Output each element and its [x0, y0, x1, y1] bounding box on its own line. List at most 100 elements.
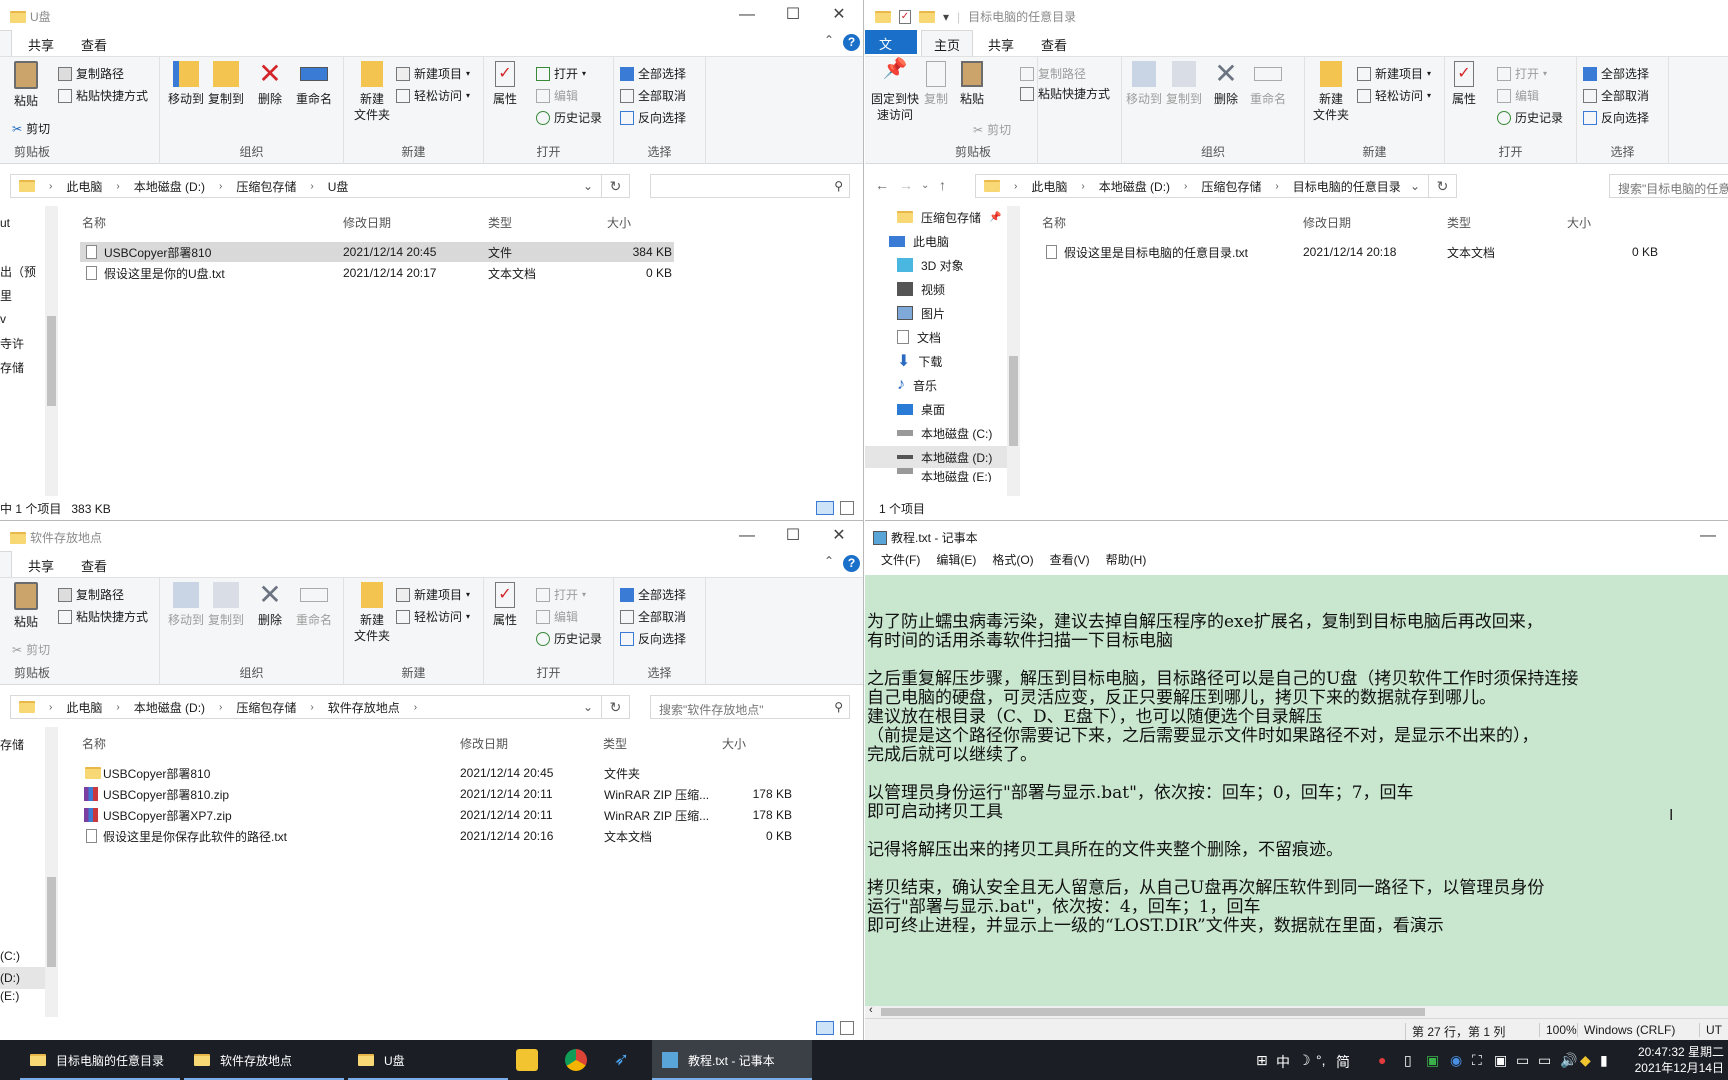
breadcrumb[interactable]: › 此电脑 › 本地磁盘 (D:) › 压缩包存储 › 软件存放地点 › ⌄: [10, 695, 602, 719]
tab-share[interactable]: 共享: [28, 556, 54, 575]
keyboard-grid-icon[interactable]: ⊞: [1256, 1052, 1268, 1069]
nav-item-pictures[interactable]: 图片: [897, 302, 945, 324]
nav-item[interactable]: 里: [0, 284, 12, 306]
column-date[interactable]: 修改日期: [343, 214, 391, 231]
paste-shortcut-button[interactable]: 粘贴快捷方式: [58, 87, 148, 104]
move-to-button[interactable]: 移动到: [166, 61, 206, 107]
new-folder-button[interactable]: 新建 文件夹: [352, 61, 392, 123]
bluetooth-icon[interactable]: ◉: [1450, 1052, 1462, 1069]
taskbar-item-software-folder[interactable]: 软件存放地点: [184, 1040, 344, 1080]
file-row[interactable]: USBCopyer部署810 2021/12/14 20:45 文件 384 K…: [80, 242, 674, 262]
open-button[interactable]: 打开 ▾: [536, 586, 586, 603]
move-to-button[interactable]: 移动到: [1124, 61, 1164, 107]
nav-item-downloads[interactable]: ⬇ 下载: [897, 350, 942, 372]
history-button[interactable]: 历史记录: [536, 630, 602, 647]
chevron-down-icon[interactable]: ⌄: [1410, 179, 1420, 193]
tab-view[interactable]: 查看: [1041, 35, 1067, 54]
nav-item-quick-folder[interactable]: 压缩包存储 📌: [897, 206, 1001, 228]
half-width-icon[interactable]: ☽: [1298, 1052, 1311, 1069]
copy-to-button[interactable]: 复制到: [206, 61, 246, 107]
breadcrumb-item[interactable]: 此电脑: [1031, 178, 1067, 195]
nav-item-drive-c[interactable]: 本地磁盘 (C:): [897, 422, 992, 444]
menu-edit[interactable]: 编辑(E): [928, 551, 984, 571]
breadcrumb[interactable]: › 此电脑 › 本地磁盘 (D:) › 压缩包存储 › U盘 ⌄: [10, 174, 602, 198]
tab-home[interactable]: 主页: [921, 30, 974, 56]
column-type[interactable]: 类型: [603, 735, 627, 752]
copy-to-button[interactable]: 复制到: [1164, 61, 1204, 107]
new-folder-button[interactable]: 新建 文件夹: [352, 582, 392, 644]
nav-item-3d[interactable]: 3D 对象: [897, 254, 964, 276]
nav-item[interactable]: 存储: [0, 356, 24, 378]
properties-button[interactable]: ✓ 属性: [490, 582, 520, 628]
security-icon[interactable]: ◆: [1580, 1052, 1591, 1069]
tiles-view-icon[interactable]: [840, 1021, 854, 1035]
column-size[interactable]: 大小: [722, 735, 746, 752]
details-view-icon[interactable]: [816, 1021, 834, 1035]
chevron-down-icon[interactable]: ▾: [943, 10, 949, 24]
open-button[interactable]: 打开 ▾: [1497, 65, 1547, 82]
media-player-icon[interactable]: [516, 1049, 538, 1071]
file-row[interactable]: USBCopyer部署810.zip 2021/12/14 20:11 WinR…: [80, 784, 792, 804]
collapse-ribbon-icon[interactable]: ⌃: [824, 554, 834, 568]
properties-button[interactable]: ✓ 属性: [490, 61, 520, 107]
column-size[interactable]: 大小: [1567, 214, 1591, 231]
breadcrumb[interactable]: › 此电脑 › 本地磁盘 (D:) › 压缩包存储 › 目标电脑的任意目录 ⌄: [975, 174, 1429, 198]
file-row[interactable]: USBCopyer部署XP7.zip 2021/12/14 20:11 WinR…: [80, 805, 792, 825]
system-clock[interactable]: 20:47:32 星期二 2021年12月14日: [1635, 1044, 1724, 1076]
paste-shortcut-button[interactable]: 粘贴快捷方式: [58, 608, 148, 625]
copy-to-button[interactable]: 复制到: [206, 582, 246, 628]
column-type[interactable]: 类型: [1447, 214, 1471, 231]
punctuation-icon[interactable]: °,: [1316, 1052, 1326, 1068]
new-folder-icon[interactable]: [919, 10, 935, 23]
properties-button[interactable]: ✓ 属性: [1449, 61, 1479, 107]
paste-button[interactable]: 粘贴: [955, 61, 989, 107]
chevron-down-icon[interactable]: ⌄: [583, 700, 593, 714]
select-none-button[interactable]: 全部取消: [620, 608, 686, 625]
search-input[interactable]: 搜索"目标电脑的任意: [1609, 174, 1728, 198]
paste-shortcut-button[interactable]: 粘贴快捷方式: [1020, 85, 1110, 102]
minimize-button[interactable]: —: [724, 2, 770, 28]
column-type[interactable]: 类型: [488, 214, 512, 231]
rename-button[interactable]: 重命名: [1246, 61, 1290, 107]
new-folder-button[interactable]: 新建 文件夹: [1311, 61, 1351, 123]
copy-path-button[interactable]: 复制路径: [58, 65, 124, 82]
minimize-button[interactable]: —: [1685, 523, 1728, 549]
tab-share[interactable]: 共享: [28, 35, 54, 54]
delete-button[interactable]: ✕ 删除: [252, 60, 288, 107]
close-button[interactable]: ✕: [816, 523, 862, 549]
nav-item[interactable]: (C:): [0, 945, 20, 967]
cut-button[interactable]: ✂ 剪切: [12, 120, 50, 137]
breadcrumb-item[interactable]: 压缩包存储: [236, 178, 296, 195]
tiles-view-icon[interactable]: [840, 501, 854, 515]
back-arrow-icon[interactable]: ←: [875, 177, 889, 193]
easy-access-button[interactable]: 轻松访问 ▾: [396, 608, 470, 625]
column-name[interactable]: 名称: [82, 735, 106, 752]
nav-item-drive-d[interactable]: 本地磁盘 (D:): [865, 446, 1015, 468]
nav-item[interactable]: ut: [0, 212, 10, 234]
taskbar-item-notepad[interactable]: 教程.txt - 记事本: [652, 1040, 812, 1080]
nav-item[interactable]: 存储: [0, 733, 24, 755]
pin-quick-access-button[interactable]: 📌 固定到快 速访问: [869, 59, 921, 123]
delete-button[interactable]: ✕ 删除: [1208, 60, 1244, 107]
file-row[interactable]: USBCopyer部署810 2021/12/14 20:45 文件夹: [80, 763, 792, 783]
display-icon[interactable]: ▭: [1516, 1052, 1529, 1069]
usb-icon[interactable]: ▯: [1404, 1052, 1412, 1069]
edit-button[interactable]: 编辑: [536, 87, 578, 104]
easy-access-button[interactable]: 轻松访问 ▾: [396, 87, 470, 104]
cut-button[interactable]: ✂ 剪切: [973, 121, 1011, 138]
search-input[interactable]: ⚲: [650, 174, 850, 198]
easy-access-button[interactable]: 轻松访问 ▾: [1357, 87, 1431, 104]
maximize-button[interactable]: ☐: [770, 523, 816, 549]
breadcrumb-item[interactable]: 压缩包存储: [1201, 178, 1261, 195]
select-none-button[interactable]: 全部取消: [620, 87, 686, 104]
invert-selection-button[interactable]: 反向选择: [620, 109, 686, 126]
column-size[interactable]: 大小: [607, 214, 631, 231]
file-row[interactable]: 假设这里是目标电脑的任意目录.txt 2021/12/14 20:18 文本文档…: [1040, 242, 1658, 262]
breadcrumb-item[interactable]: 目标电脑的任意目录: [1293, 178, 1401, 195]
ime-simplified[interactable]: 简: [1336, 1052, 1350, 1072]
horizontal-scrollbar[interactable]: ‹: [865, 1004, 1728, 1018]
details-view-icon[interactable]: [816, 501, 834, 515]
taskbar-item-usb-folder[interactable]: U盘: [348, 1040, 508, 1080]
forward-arrow-icon[interactable]: →: [899, 177, 913, 193]
file-row[interactable]: 假设这里是你保存此软件的路径.txt 2021/12/14 20:16 文本文档…: [80, 826, 792, 846]
